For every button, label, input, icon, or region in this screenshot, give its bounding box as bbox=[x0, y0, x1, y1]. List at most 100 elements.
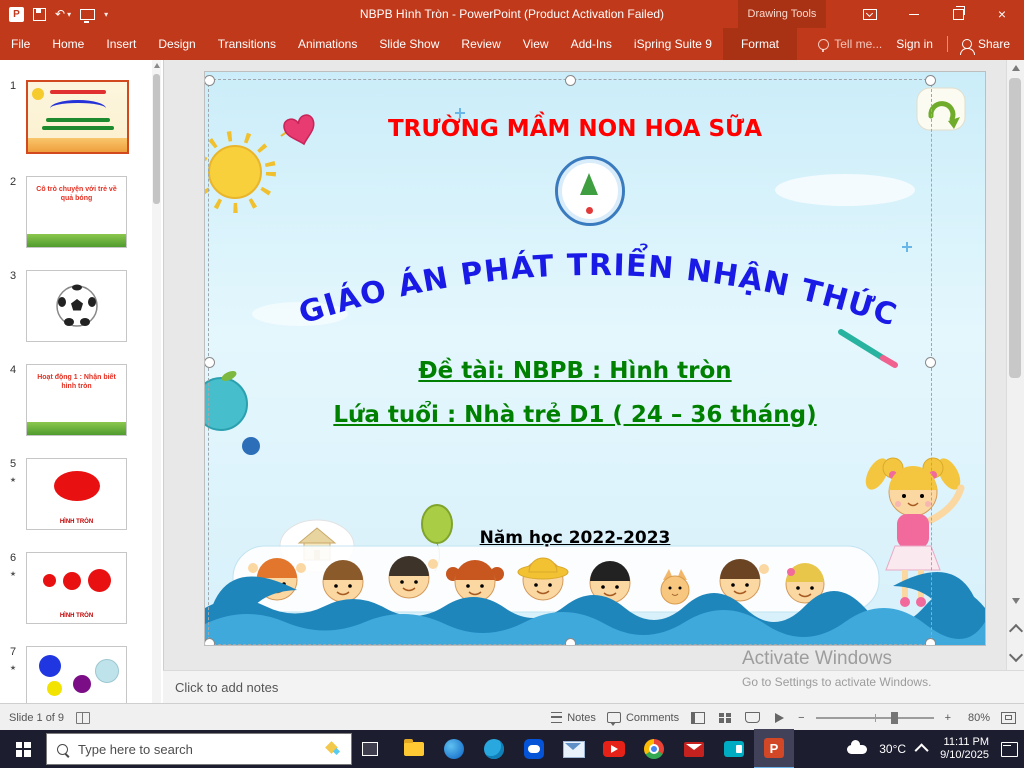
tab-home[interactable]: Home bbox=[41, 28, 95, 60]
slide-thumbnail-7[interactable]: HÌNH TRÒN bbox=[26, 646, 127, 703]
search-input[interactable] bbox=[76, 741, 315, 758]
next-slide-button[interactable] bbox=[1009, 648, 1023, 662]
tab-insert[interactable]: Insert bbox=[95, 28, 147, 60]
taskbar-chrome[interactable] bbox=[634, 730, 674, 768]
slideshow-view-button[interactable] bbox=[771, 711, 787, 725]
topic-text[interactable]: Đề tài: NBPB : Hình tròn bbox=[205, 358, 945, 384]
meet-icon bbox=[724, 741, 744, 757]
ribbon-display-options-button[interactable] bbox=[848, 0, 892, 28]
proofing-icon[interactable] bbox=[76, 712, 90, 724]
slide-canvas[interactable]: TRƯỜNG MẦM NON HOA SỮA GIÁO ÁN PHÁT TRIỂ… bbox=[205, 72, 985, 645]
tab-animations[interactable]: Animations bbox=[287, 28, 368, 60]
reading-view-button[interactable] bbox=[744, 711, 760, 725]
search-icon bbox=[57, 744, 68, 755]
taskbar-youtube[interactable] bbox=[594, 730, 634, 768]
zoom-level[interactable]: 80% bbox=[962, 712, 990, 724]
scroll-down-icon bbox=[1012, 598, 1020, 604]
taskbar-mail[interactable] bbox=[554, 730, 594, 768]
slide-number: 5 bbox=[10, 458, 16, 470]
slide-sorter-icon bbox=[719, 713, 731, 723]
undo-button[interactable]: ↶▾ bbox=[55, 7, 71, 21]
resize-handle-ne[interactable] bbox=[925, 75, 936, 86]
resize-handle-se[interactable] bbox=[925, 638, 936, 645]
slideshow-view-icon bbox=[775, 713, 784, 723]
taskbar-meet[interactable] bbox=[714, 730, 754, 768]
scroll-up-icon bbox=[154, 63, 160, 68]
slide-number: 4 bbox=[10, 364, 16, 376]
scroll-up-icon bbox=[1012, 65, 1020, 71]
tab-view[interactable]: View bbox=[512, 28, 560, 60]
resize-handle-n[interactable] bbox=[565, 75, 576, 86]
resize-handle-sw[interactable] bbox=[205, 638, 215, 645]
file-explorer-icon bbox=[404, 742, 424, 756]
slide-scrollbar[interactable] bbox=[1006, 60, 1024, 703]
hidden-icons-caret[interactable] bbox=[915, 743, 929, 757]
customize-qat-button[interactable]: ▾ bbox=[104, 10, 108, 19]
start-slideshow-button[interactable] bbox=[80, 9, 95, 20]
weather-temperature[interactable]: 30°C bbox=[879, 742, 906, 756]
slide-sorter-view-button[interactable] bbox=[717, 711, 733, 725]
tab-design[interactable]: Design bbox=[147, 28, 206, 60]
taskbar-skype[interactable] bbox=[474, 730, 514, 768]
arc-title[interactable]: GIÁO ÁN PHÁT TRIỂN NHẬN THỨC bbox=[285, 224, 905, 347]
app-icon[interactable]: P bbox=[9, 7, 24, 22]
slide-number: 1 bbox=[10, 80, 16, 92]
action-center-icon[interactable] bbox=[1001, 742, 1018, 757]
weather-cloud-icon[interactable] bbox=[847, 745, 867, 754]
task-view-button[interactable] bbox=[352, 730, 388, 768]
comments-toggle-button[interactable]: Comments bbox=[607, 712, 679, 724]
tab-ispring[interactable]: iSpring Suite 9 bbox=[623, 28, 723, 60]
share-button[interactable]: Share bbox=[962, 37, 1010, 51]
slide-thumbnail-4[interactable]: Hoạt động 1 : Nhận biết hình tròn bbox=[26, 364, 127, 436]
resize-handle-s[interactable] bbox=[565, 638, 576, 645]
resize-handle-e[interactable] bbox=[925, 357, 936, 368]
fit-to-window-icon[interactable] bbox=[1001, 712, 1016, 724]
slide-thumbnail-6[interactable]: HÌNH TRÒN bbox=[26, 552, 127, 624]
restore-button[interactable] bbox=[936, 0, 980, 28]
taskbar-clock[interactable]: 11:11 PM 9/10/2025 bbox=[940, 736, 989, 762]
tab-slideshow[interactable]: Slide Show bbox=[368, 28, 450, 60]
taskbar-zalo[interactable] bbox=[514, 730, 554, 768]
slide-thumbnail-5[interactable]: HÌNH TRÒN bbox=[26, 458, 127, 530]
school-logo[interactable] bbox=[555, 156, 625, 226]
minimize-button[interactable] bbox=[892, 0, 936, 28]
save-button[interactable] bbox=[33, 8, 46, 21]
taskbar-search[interactable] bbox=[46, 733, 352, 765]
skype-icon bbox=[484, 739, 504, 759]
start-button[interactable] bbox=[0, 730, 46, 768]
tab-review[interactable]: Review bbox=[450, 28, 511, 60]
slide-thumbnail-2[interactable]: Cô trò chuyện với trẻ về quả bóng bbox=[26, 176, 127, 248]
animation-star-icon: ★ bbox=[0, 568, 26, 581]
clock-time: 11:11 PM bbox=[940, 736, 989, 749]
animation-star-icon: ★ bbox=[0, 474, 26, 487]
thumbnail-scrollbar[interactable] bbox=[152, 60, 161, 703]
normal-view-button[interactable] bbox=[690, 711, 706, 725]
taskbar-file-explorer[interactable] bbox=[394, 730, 434, 768]
tab-addins[interactable]: Add-Ins bbox=[560, 28, 623, 60]
zoom-slider-thumb[interactable] bbox=[891, 712, 898, 724]
zoom-in-button[interactable]: + bbox=[945, 712, 951, 724]
slide-thumbnail-1[interactable] bbox=[26, 80, 129, 154]
tab-file[interactable]: File bbox=[0, 28, 41, 60]
taskbar-edge[interactable] bbox=[434, 730, 474, 768]
tell-me-button[interactable]: Tell me... bbox=[818, 37, 882, 51]
taskbar-gmail[interactable] bbox=[674, 730, 714, 768]
sign-in-button[interactable]: Sign in bbox=[896, 37, 933, 51]
year-text[interactable]: Năm học 2022-2023 bbox=[205, 528, 945, 548]
tab-transitions[interactable]: Transitions bbox=[207, 28, 287, 60]
qat-caret-icon: ▾ bbox=[104, 10, 108, 19]
school-title[interactable]: TRƯỜNG MẦM NON HOA SỮA bbox=[205, 116, 945, 142]
zalo-icon bbox=[524, 739, 544, 759]
tab-format[interactable]: Format bbox=[723, 28, 797, 60]
taskbar-powerpoint[interactable]: P bbox=[754, 729, 794, 768]
zoom-out-button[interactable]: − bbox=[798, 712, 804, 724]
ribbon-tab-bar: File Home Insert Design Transitions Anim… bbox=[0, 28, 1024, 60]
slide-number: 6 bbox=[10, 552, 16, 564]
zoom-slider[interactable] bbox=[816, 717, 934, 719]
notes-toggle-button[interactable]: Notes bbox=[551, 712, 596, 724]
slide-thumbnail-3[interactable] bbox=[26, 270, 127, 342]
notes-pane[interactable]: Click to add notes bbox=[163, 670, 1024, 704]
previous-slide-button[interactable] bbox=[1009, 624, 1023, 638]
close-button[interactable]: × bbox=[980, 0, 1024, 28]
age-text[interactable]: Lứa tuổi : Nhà trẻ D1 ( 24 – 36 tháng) bbox=[205, 402, 945, 428]
